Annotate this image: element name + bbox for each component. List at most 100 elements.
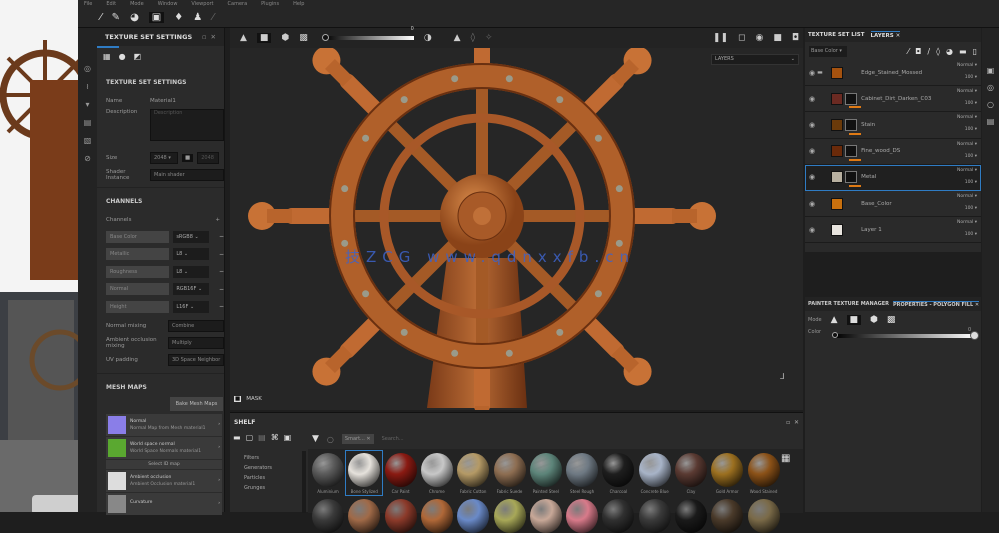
layer-name[interactable]: Fine_wood_DS <box>861 148 900 154</box>
symmetry-icon[interactable]: ▲ <box>454 33 461 43</box>
color-picker-icon[interactable]: ⁄ <box>212 12 214 23</box>
add-mask-icon[interactable]: ◘ <box>915 47 921 56</box>
dock-icon-3[interactable]: ○ <box>987 100 994 109</box>
screenshot-icon[interactable]: ◘ <box>792 33 799 43</box>
material-thumbnail[interactable] <box>457 499 490 533</box>
material-thumbnail[interactable] <box>384 499 417 533</box>
mesh-map-slot[interactable]: Normal Normal Map from Mesh material1 › <box>106 413 222 436</box>
object-fill-icon[interactable]: ⬢ <box>870 315 878 325</box>
import-icon[interactable]: ▣ <box>284 433 292 442</box>
clear-map-icon[interactable]: › <box>218 501 220 506</box>
uv-padding-select[interactable]: 3D Space Neighbor <box>168 354 224 366</box>
visibility-eye-icon[interactable]: ◉ <box>809 200 815 208</box>
material-thumbnail[interactable] <box>420 499 453 533</box>
folder-icon[interactable]: ▬ <box>233 433 241 442</box>
channel-format-select[interactable]: L8 ⌄ <box>173 265 209 278</box>
maximize-icon[interactable]: ▫ <box>786 419 790 426</box>
material-tab-icon[interactable]: ● <box>119 52 126 61</box>
layer-name[interactable]: Cabinet_Dirt_Darken_C03 <box>861 96 931 102</box>
opacity-value[interactable]: 100 ▾ <box>965 206 977 211</box>
channel-format-select[interactable]: RGB16F ⌄ <box>173 283 209 296</box>
view-frame-icon[interactable]: ◻ <box>738 33 745 43</box>
material-thumbnail[interactable] <box>493 453 526 487</box>
slider-handle[interactable] <box>970 331 979 340</box>
opacity-value[interactable]: 100 ▾ <box>965 101 977 106</box>
remove-channel-button[interactable]: − <box>219 251 224 258</box>
menu-viewport[interactable]: Viewport <box>191 0 213 8</box>
layer-name[interactable]: Metal <box>861 174 876 180</box>
shelf-category[interactable]: Generators <box>244 463 272 473</box>
paint-brush-icon[interactable]: ⁄ <box>100 12 102 23</box>
dock-icon-4[interactable]: ▤ <box>987 117 995 126</box>
channel-format-select[interactable]: sRGB8 ⌄ <box>173 230 209 243</box>
project-icon[interactable]: ▢ <box>246 433 254 442</box>
visibility-eye-icon[interactable]: ◉ <box>809 95 815 103</box>
magic-select-icon[interactable]: ✧ <box>485 33 493 43</box>
material-thumbnail[interactable] <box>420 453 453 487</box>
clone-icon[interactable]: ♟ <box>193 12 202 23</box>
delete-layer-icon[interactable]: ▯ <box>973 47 977 56</box>
checker-icon[interactable]: ▩ <box>299 33 308 43</box>
shelf-category[interactable]: Grunges <box>244 483 272 493</box>
menu-file[interactable]: File <box>84 0 92 8</box>
layer-row[interactable]: ◉ ▬ Edge_Stained_Mossed Normal ▾ 100 ▾ <box>805 60 981 87</box>
opacity-value[interactable]: 100 ▾ <box>965 127 977 132</box>
bake-mesh-maps-button[interactable]: Bake Mesh Maps <box>170 396 223 411</box>
remove-channel-button[interactable]: − <box>219 233 224 240</box>
tab-properties[interactable]: PROPERTIES - POLYGON FILL ✕ <box>892 300 980 308</box>
shelf-category[interactable]: Filters <box>244 453 272 463</box>
menu-plugins[interactable]: Plugins <box>261 0 279 8</box>
grid-view-icon[interactable]: ▦ <box>781 453 790 464</box>
mesh-map-slot[interactable]: World space normal World Space Normals ma… <box>106 436 222 459</box>
material-thumbnail[interactable] <box>711 499 744 533</box>
slider-handle[interactable] <box>321 34 329 41</box>
tab-layers[interactable]: LAYERS ✕ <box>870 31 901 39</box>
opacity-value[interactable]: 100 ▾ <box>965 232 977 237</box>
slider-min-handle[interactable] <box>832 332 838 338</box>
display-mode-select[interactable]: LAYERS ⌄ <box>711 54 799 65</box>
shelf-category[interactable]: Particles <box>244 473 272 483</box>
remove-channel-button[interactable]: − <box>219 286 224 293</box>
close-icon[interactable]: ✕ <box>794 419 799 426</box>
material-thumbnail[interactable] <box>457 453 490 487</box>
material-thumbnail[interactable] <box>747 453 780 487</box>
tab-texture-manager[interactable]: PAINTER TEXTURE MANAGER <box>808 301 889 307</box>
polygon-fill-mode-icon[interactable]: ■ <box>846 315 862 325</box>
clear-map-icon[interactable]: › <box>218 422 220 427</box>
material-thumbnail[interactable] <box>638 499 671 533</box>
remove-channel-button[interactable]: − <box>219 303 224 310</box>
maximize-icon[interactable]: ▫ <box>202 33 206 41</box>
close-icon[interactable]: ✕ <box>211 33 216 41</box>
channel-select[interactable]: Base Color ▾ <box>809 45 847 57</box>
clear-map-icon[interactable]: › <box>218 445 220 450</box>
3d-viewport[interactable] <box>230 0 803 450</box>
ship-wheel-model[interactable] <box>230 0 803 450</box>
visibility-eye-icon[interactable]: ◉ <box>809 121 815 129</box>
menu-window[interactable]: Window <box>158 0 178 8</box>
smudge-icon[interactable]: ♦ <box>174 12 183 23</box>
layer-row[interactable]: ◉ Base_Color Normal ▾ 100 ▾ <box>805 191 981 218</box>
mesh-map-slot[interactable]: Ambient occlusion Ambient Occlusion mater… <box>106 469 222 492</box>
blend-mode-select[interactable]: Normal ▾ <box>957 194 977 199</box>
filter-tag[interactable]: Smart... ✕ <box>341 434 374 444</box>
name-value[interactable]: Material1 <box>150 98 176 104</box>
category-scrollbar[interactable] <box>302 451 306 513</box>
save-icon[interactable]: ▤ <box>258 433 266 442</box>
channel-format-select[interactable]: L16F ⌄ <box>173 300 209 313</box>
material-thumbnail[interactable] <box>384 453 417 487</box>
remove-channel-button[interactable]: − <box>219 268 224 275</box>
material-mode-icon[interactable]: ■ <box>256 33 272 43</box>
material-thumbnail[interactable] <box>529 499 562 533</box>
description-input[interactable]: Description <box>150 109 224 141</box>
material-thumbnail[interactable] <box>348 499 381 533</box>
link-icon[interactable]: ⌘ <box>271 433 279 442</box>
material-thumbnail[interactable] <box>529 453 562 487</box>
lasso-icon[interactable]: ◊ <box>471 33 475 43</box>
texture-set-settings-icon[interactable]: ▤ <box>84 118 92 127</box>
add-effect-icon[interactable]: ⁄ <box>908 47 909 56</box>
material-thumbnail[interactable] <box>638 453 671 487</box>
mask-thumbnail[interactable] <box>845 145 858 158</box>
lock-size-icon[interactable]: ■ <box>182 153 194 162</box>
visibility-eye-icon[interactable]: ◉ <box>809 173 815 181</box>
material-thumbnail[interactable] <box>312 453 344 487</box>
